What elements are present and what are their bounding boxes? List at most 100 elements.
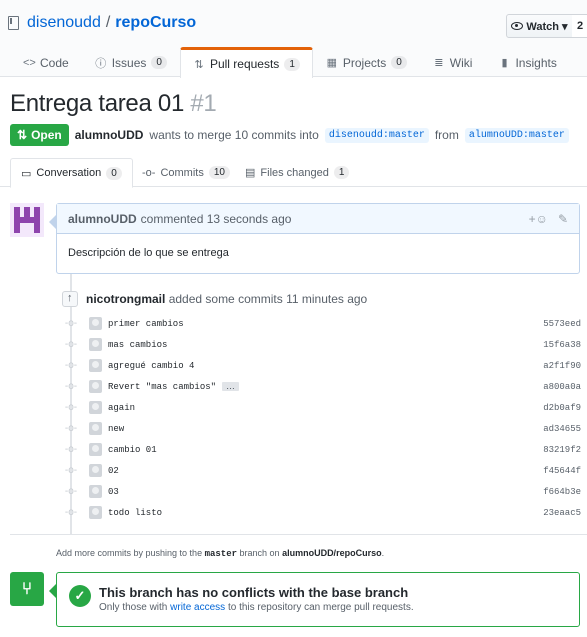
conversation-counter: 0 [106,166,122,180]
commit-expand-button[interactable]: … [222,382,240,391]
pr-title: Entrega tarea 01 #1 [10,90,217,118]
commit-dot-icon: -o- [64,381,78,392]
commit-sha-link[interactable]: 5573eed [543,319,581,329]
repo-nav: <> Code ⓘ Issues 0 ⇅ Pull requests 1 ▦ P… [0,47,570,78]
commit-message-link[interactable]: cambio 01 [108,445,157,455]
tab-commits[interactable]: -o- Commits 10 [142,158,230,187]
comment-discussion-icon: ▭ [21,167,32,180]
nav-pull-requests[interactable]: ⇅ Pull requests 1 [179,47,313,78]
pr-meta-text: wants to merge 10 commits into [149,128,319,142]
commit-sha-link[interactable]: d2b0af9 [543,403,581,413]
edit-pencil-icon[interactable]: ✎ [558,212,568,226]
tab-files-changed[interactable]: ▤ Files changed 1 [245,158,350,187]
commit-message-link[interactable]: todo listo [108,508,162,518]
pr-author-link[interactable]: alumnoUDD [75,128,144,142]
commit-dot-icon: -o- [64,339,78,350]
hint-prefix: Add more commits by pushing to the [56,548,203,558]
commit-row: -o-cambio 01 83219f2 [64,439,584,460]
commit-row: -o- Revert "mas cambios" … a800a0a [64,376,584,397]
head-branch[interactable]: alumnoUDD:master [464,127,569,143]
tab-conversation[interactable]: ▭ Conversation 0 [10,158,133,188]
hint-branch: master [204,549,237,559]
commit-dot-icon: -o- [64,360,78,371]
commit-author-avatar[interactable] [89,338,102,351]
commit-message-link[interactable]: Revert "mas cambios" [108,382,216,392]
merge-status-title: This branch has no conflicts with the ba… [99,585,409,600]
write-access-link[interactable]: write access [170,602,225,613]
commit-dot-icon: -o- [64,444,78,455]
commit-row: -o-todo listo 23eaac5 [64,502,584,523]
commit-sha-link[interactable]: ad34655 [543,424,581,434]
commit-dot-icon: -o- [64,465,78,476]
avatar[interactable] [10,203,44,237]
eye-icon [511,22,524,30]
commit-sha-link[interactable]: 83219f2 [543,445,581,455]
commit-author-avatar[interactable] [89,464,102,477]
code-icon: <> [23,56,36,69]
nav-wiki[interactable]: ≣ Wiki [420,47,486,77]
nav-code[interactable]: <> Code [10,47,82,77]
commit-author-avatar[interactable] [89,422,102,435]
project-icon: ▦ [326,57,338,69]
commits-author-link[interactable]: nicotrongmail [86,292,165,306]
commit-dot-icon: -o- [64,402,78,413]
commit-row: -o- 03 f664b3e [64,481,584,502]
commit-message-link[interactable]: new [108,424,124,434]
commit-row: -o-new ad34655 [64,418,584,439]
commit-sha-link[interactable]: a2f1f90 [543,361,581,371]
tab-commits-label: Commits [160,166,204,179]
commit-icon: -o- [142,166,156,179]
nav-projects[interactable]: ▦ Projects 0 [313,47,420,77]
comment-box: alumnoUDD commented 13 seconds ago +☺ ✎ … [49,203,580,274]
commit-message-link[interactable]: 03 [108,487,119,497]
merge-status-box: ✓ This branch has no conflicts with the … [49,572,580,627]
comment-body: Descripción de lo que se entrega [68,247,229,259]
commit-row: -o-again d2b0af9 [64,397,584,418]
hint-middle: branch on [239,548,280,558]
nav-issues[interactable]: ⓘ Issues 0 [82,47,180,77]
projects-counter: 0 [391,56,407,69]
commit-message-link[interactable]: primer cambios [108,319,184,329]
commit-author-avatar[interactable] [89,401,102,414]
add-reaction-icon[interactable]: +☺ [529,212,548,226]
repo-owner-link[interactable]: disenoudd [27,14,101,32]
check-icon: ✓ [69,585,91,607]
commit-sha-link[interactable]: 23eaac5 [543,508,581,518]
repo-separator: / [105,14,111,31]
commit-sha-link[interactable]: 15f6a38 [543,340,581,350]
nav-insights[interactable]: ▮ Insights [485,47,569,77]
issues-counter: 0 [151,56,167,69]
hint-repo: alumnoUDD/repoCurso [282,548,382,558]
commit-dot-icon: -o- [64,507,78,518]
commit-author-avatar[interactable] [89,380,102,393]
commit-message-link[interactable]: 02 [108,466,119,476]
nav-insights-label: Insights [515,55,557,70]
commit-author-avatar[interactable] [89,317,102,330]
base-branch[interactable]: disenoudd:master [324,127,429,143]
commit-author-avatar[interactable] [89,443,102,456]
merge-status-subtext: Only those with write access to this rep… [99,602,414,613]
commit-author-avatar[interactable] [89,506,102,519]
watch-button[interactable]: Watch ▾ [506,14,573,38]
commit-sha-link[interactable]: f45644f [543,466,581,476]
nav-code-label: Code [40,55,69,70]
repo-title: disenoudd / repoCurso [8,14,196,32]
commit-sha-link[interactable]: f664b3e [543,487,581,497]
repo-header: disenoudd / repoCurso Watch ▾ 2 <> Code … [0,0,587,78]
repo-name-link[interactable]: repoCurso [115,14,196,32]
nav-issues-label: Issues [111,55,147,70]
hint-suffix: . [381,548,385,558]
graph-icon: ▮ [501,57,508,69]
comment-author-link[interactable]: alumnoUDD [68,212,137,226]
commit-message-link[interactable]: mas cambios [108,340,167,350]
file-diff-icon: ▤ [245,167,256,179]
commit-dot-icon: -o- [64,423,78,434]
commit-author-avatar[interactable] [89,359,102,372]
commit-author-avatar[interactable] [89,485,102,498]
commit-message-link[interactable]: again [108,403,135,413]
commit-message-link[interactable]: agregué cambio 4 [108,361,194,371]
nav-pull-requests-label: Pull requests [209,57,280,71]
commit-sha-link[interactable]: a800a0a [543,382,581,392]
from-text: from [434,128,459,142]
watch-count[interactable]: 2 [572,14,587,38]
